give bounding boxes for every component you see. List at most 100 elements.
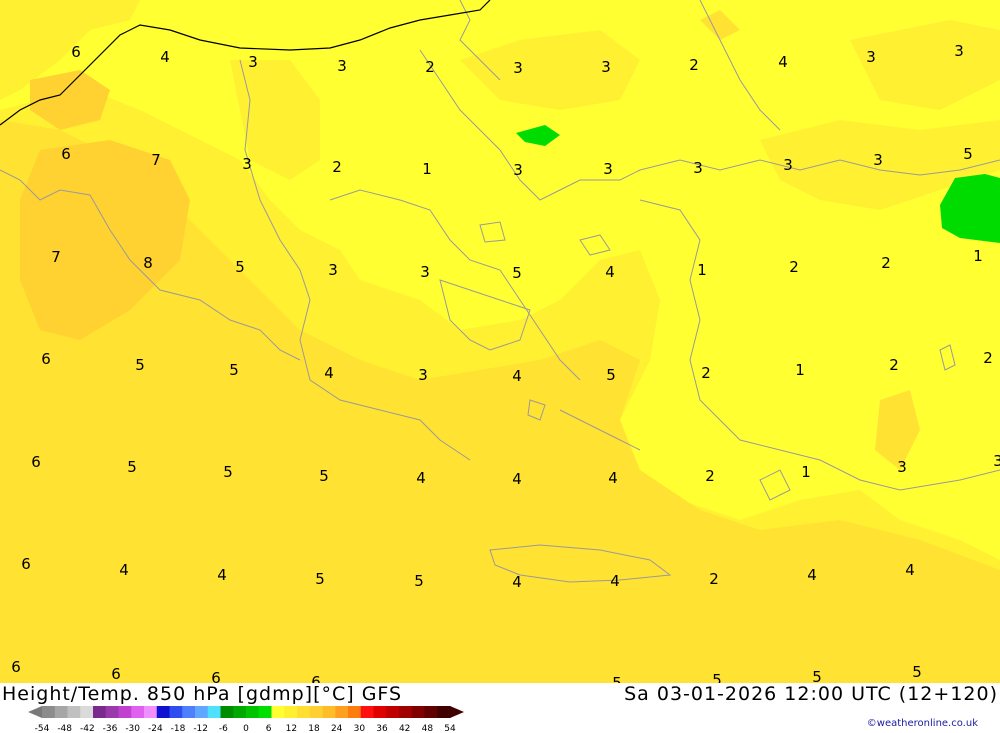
- value-label: 2: [705, 467, 715, 485]
- value-label: 6: [31, 453, 41, 471]
- scale-tick-label: 0: [243, 724, 249, 733]
- scale-swatch: [54, 706, 68, 718]
- value-label: 1: [795, 361, 805, 379]
- value-label: 5: [223, 463, 233, 481]
- scale-swatch: [131, 706, 145, 718]
- value-label: 3: [693, 159, 703, 177]
- value-label: 1: [973, 247, 983, 265]
- scale-tick-label: -18: [171, 724, 186, 733]
- value-label: 3: [603, 160, 613, 178]
- scale-swatch: [182, 706, 196, 718]
- value-label: 2: [881, 254, 891, 272]
- scale-tick-label: 24: [331, 724, 343, 733]
- scale-tick-label: -24: [148, 724, 163, 733]
- credit-link[interactable]: ©weatheronline.co.uk: [867, 718, 978, 729]
- scale-tick-label: -48: [57, 724, 72, 733]
- scale-tick-labels: -54 -48 -42 -36 -30 -24 -18 -12 -6 0 6 12 18 24 30 36 42…: [35, 724, 456, 733]
- value-label: 8: [143, 254, 153, 272]
- value-label: 6: [211, 669, 221, 683]
- scale-swatch: [424, 706, 438, 718]
- value-label: 5: [963, 145, 973, 163]
- scale-tick-label: 12: [286, 724, 297, 733]
- value-label: 4: [512, 367, 522, 385]
- scale-swatch: [271, 706, 285, 718]
- value-label: 2: [332, 158, 342, 176]
- value-label: 5: [606, 366, 616, 384]
- scale-swatch: [348, 706, 362, 718]
- map-title: Height/Temp. 850 hPa [gdmp][°C] GFS: [2, 683, 403, 705]
- value-label: 2: [689, 56, 699, 74]
- scale-swatch: [322, 706, 336, 718]
- value-label: 6: [11, 658, 21, 676]
- value-label: 4: [905, 561, 915, 579]
- value-label: 6: [61, 145, 71, 163]
- value-label: 5: [235, 258, 245, 276]
- scale-swatch: [360, 706, 374, 718]
- value-label: 5: [229, 361, 239, 379]
- value-label: 4: [119, 561, 129, 579]
- scale-arrow-right: [450, 706, 464, 718]
- value-label: 1: [697, 261, 707, 279]
- value-label: 4: [610, 572, 620, 590]
- scale-swatch: [207, 706, 221, 718]
- scale-tick-label: 30: [354, 724, 366, 733]
- scale-swatch: [80, 706, 94, 718]
- scale-swatch: [118, 706, 132, 718]
- value-label: 5: [512, 264, 522, 282]
- value-label: 3: [783, 156, 793, 174]
- value-label: 6: [311, 673, 321, 683]
- scale-tick-label: -6: [219, 724, 228, 733]
- scale-tick-label: 18: [308, 724, 320, 733]
- value-label: 4: [324, 364, 334, 382]
- temperature-color-scale: -54 -48 -42 -36 -30 -24 -18 -12 -6 0 6 12 18 24 30 36 42…: [28, 706, 464, 733]
- value-label: 4: [807, 566, 817, 584]
- value-label: 2: [701, 364, 711, 382]
- scale-swatch: [195, 706, 209, 718]
- scale-swatch: [335, 706, 349, 718]
- value-label: 7: [151, 151, 161, 169]
- value-label: 3: [601, 58, 611, 76]
- scale-swatch: [309, 706, 323, 718]
- scale-swatches: [28, 706, 464, 718]
- value-label: 3: [420, 263, 430, 281]
- scale-tick-label: -12: [193, 724, 208, 733]
- value-label: 4: [160, 48, 170, 66]
- scale-swatch: [284, 706, 298, 718]
- scale-swatch: [373, 706, 387, 718]
- scale-tick-label: 42: [399, 724, 410, 733]
- value-label: 5: [127, 458, 137, 476]
- value-label: 3: [248, 53, 258, 71]
- scale-tick-label: -36: [103, 724, 118, 733]
- value-label: 3: [873, 151, 883, 169]
- scale-tick-label: 36: [376, 724, 388, 733]
- scale-swatch: [144, 706, 158, 718]
- scale-tick-label: 54: [444, 724, 456, 733]
- scale-swatch: [399, 706, 413, 718]
- value-label: 5: [912, 663, 922, 681]
- value-label: 2: [889, 356, 899, 374]
- scale-swatch: [42, 706, 56, 718]
- value-label: 5: [315, 570, 325, 588]
- value-label: 1: [422, 160, 432, 178]
- value-label: 5: [812, 668, 822, 683]
- value-label: 3: [866, 48, 876, 66]
- value-label: 6: [111, 665, 121, 683]
- scale-swatch: [67, 706, 81, 718]
- scale-swatch: [169, 706, 183, 718]
- value-label: 3: [328, 261, 338, 279]
- value-label: 5: [135, 356, 145, 374]
- value-label: 2: [983, 349, 993, 367]
- scale-swatch: [297, 706, 311, 718]
- scale-swatch: [258, 706, 272, 718]
- value-label: 3: [418, 366, 428, 384]
- value-label: 3: [337, 57, 347, 75]
- value-label: 3: [513, 59, 523, 77]
- scale-tick-label: -30: [125, 724, 140, 733]
- value-label: 4: [512, 573, 522, 591]
- value-label: 4: [217, 566, 227, 584]
- scale-swatch: [437, 706, 451, 718]
- scale-arrow-left: [28, 706, 42, 718]
- value-label: 6: [41, 350, 51, 368]
- scale-swatch: [233, 706, 247, 718]
- temperature-map: 6 4 3 3 2 3 3 2 4 3 3 6 7 3 2 1 3 3 3 3 3 5 7 8 5 3 3 5 4 1 2 2 1 6 5 5 4 3 4 5…: [0, 0, 1000, 683]
